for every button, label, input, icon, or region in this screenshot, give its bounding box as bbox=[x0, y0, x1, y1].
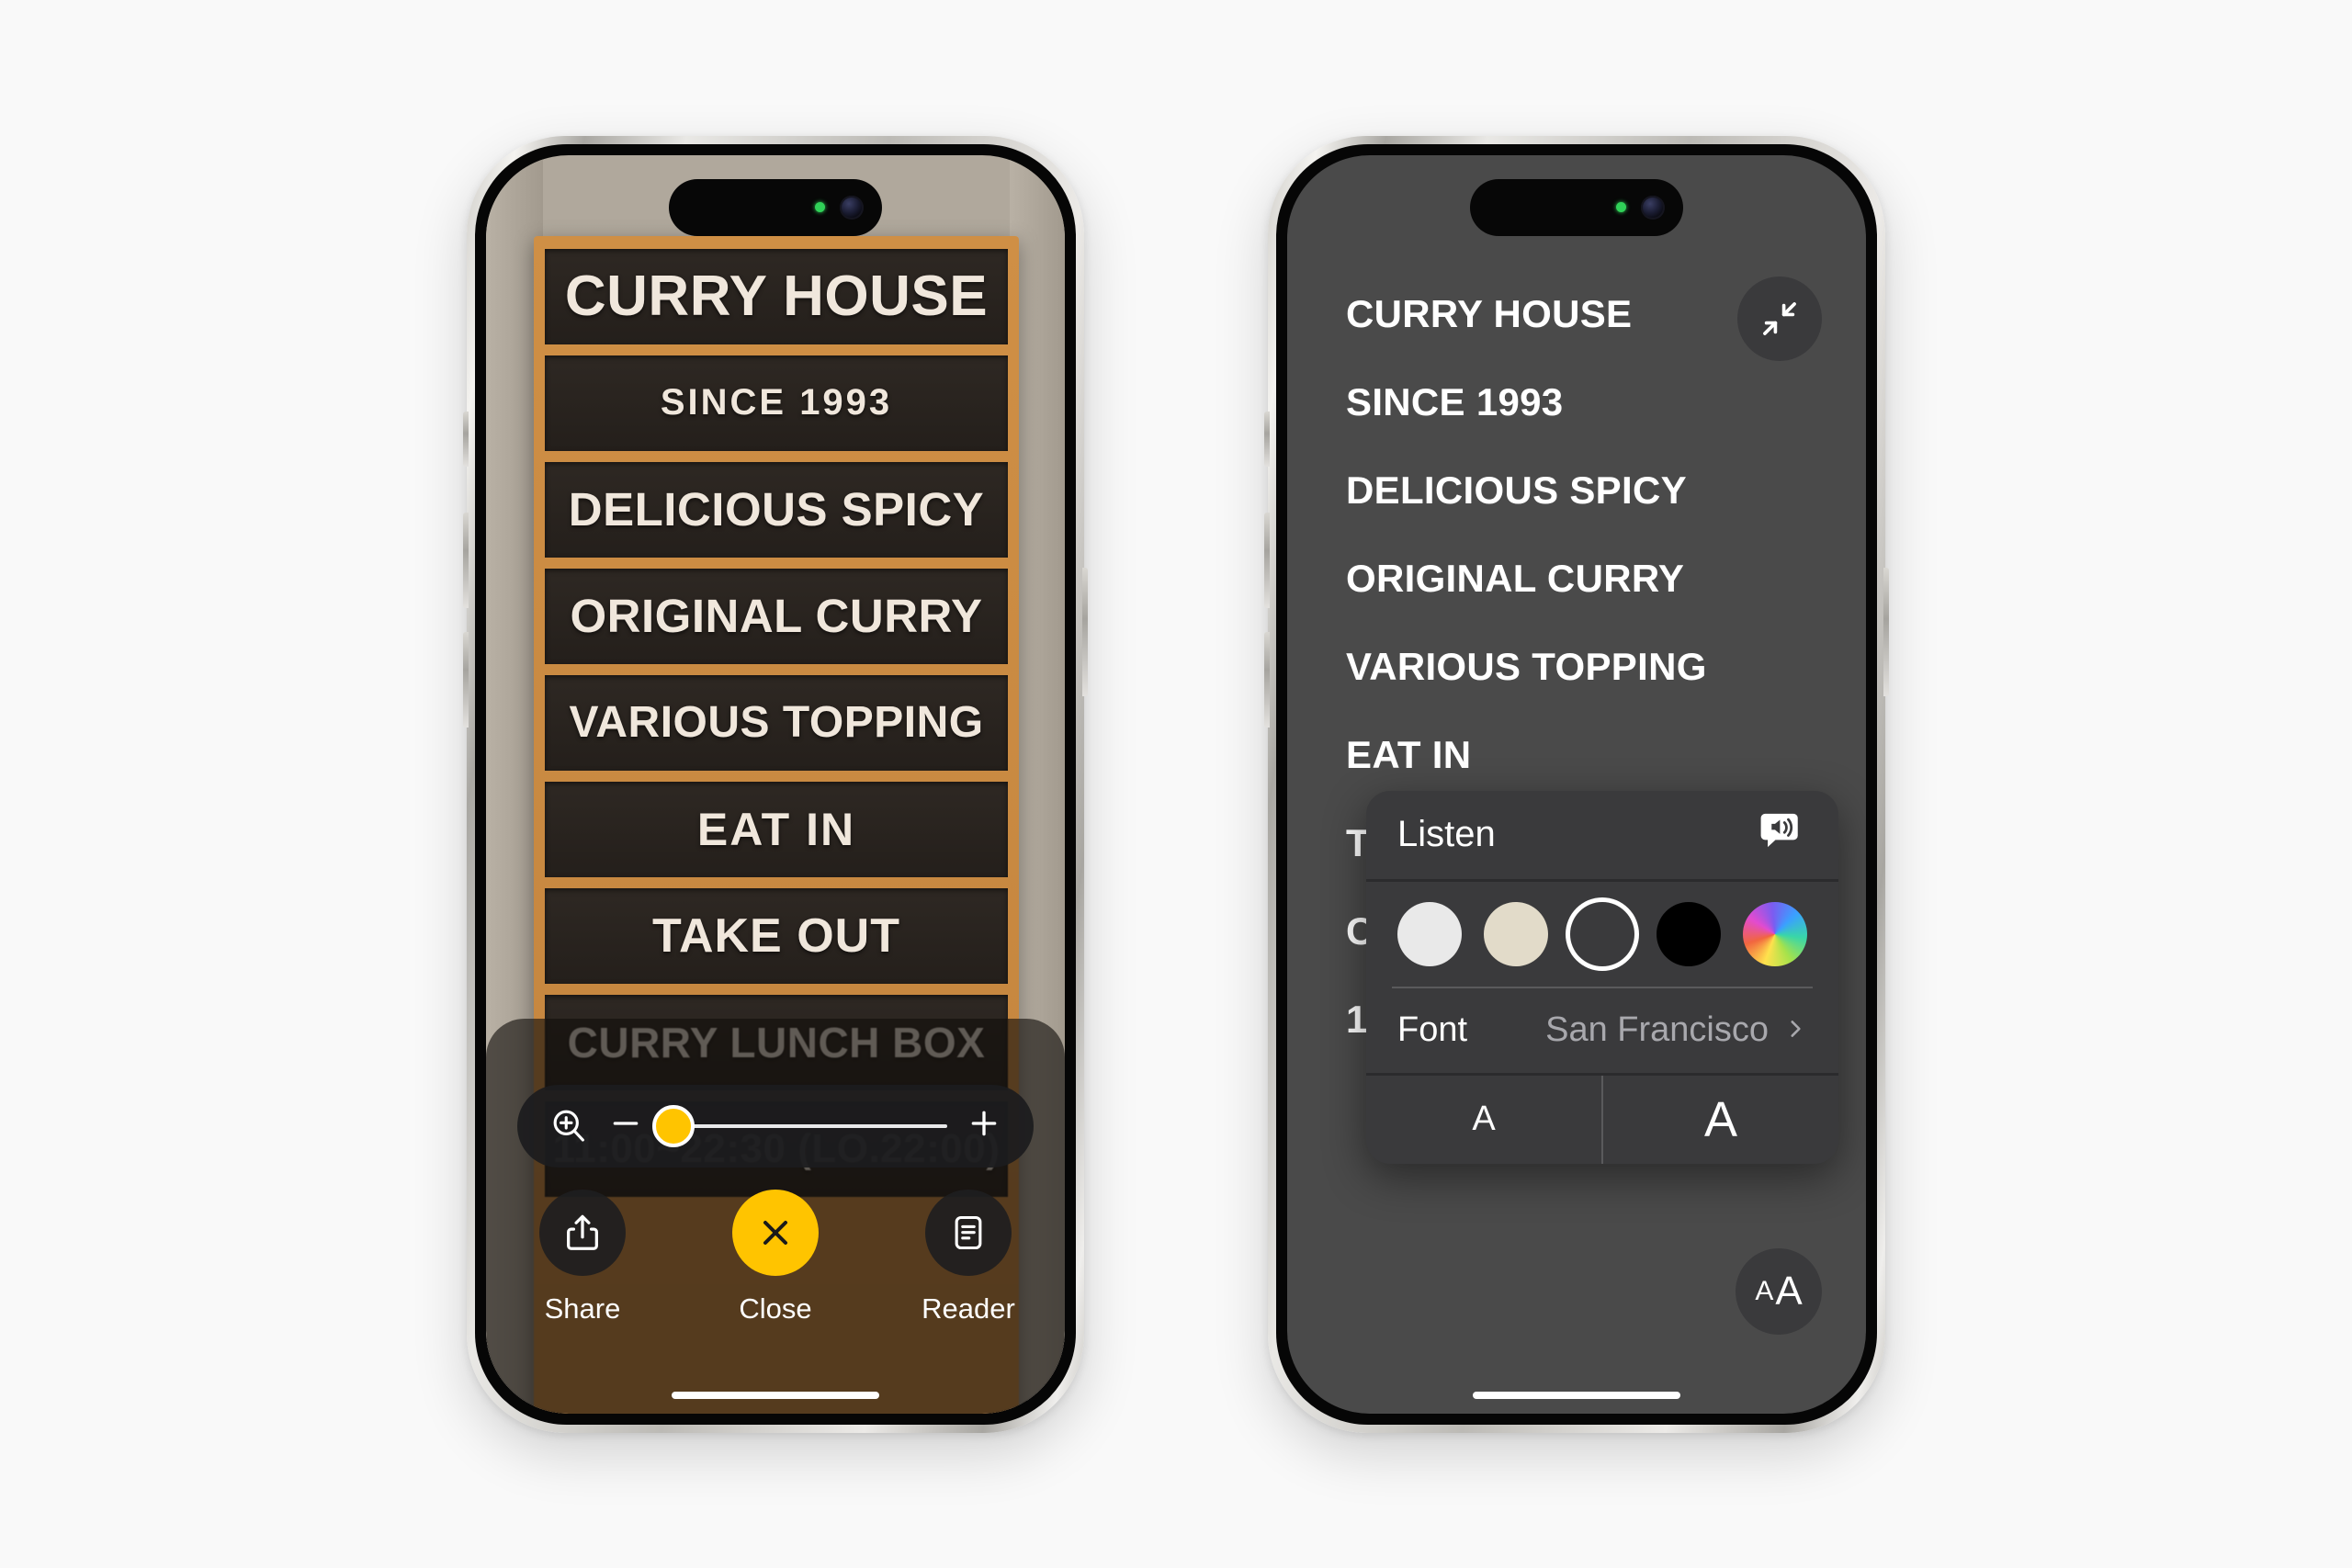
theme-swatch-white[interactable] bbox=[1397, 901, 1462, 966]
increase-text-size-label: A bbox=[1703, 1091, 1738, 1147]
magnifier-plus-icon bbox=[548, 1106, 589, 1146]
listen-row[interactable]: Listen bbox=[1366, 791, 1838, 879]
font-label: Font bbox=[1397, 1010, 1468, 1049]
increase-text-size-button[interactable]: A bbox=[1601, 1075, 1838, 1164]
camera-active-indicator bbox=[815, 202, 825, 212]
reader-line: EAT IN bbox=[1346, 732, 1472, 776]
share-label: Share bbox=[544, 1292, 621, 1325]
font-value: San Francisco bbox=[1545, 1010, 1769, 1049]
volume-down-button[interactable] bbox=[463, 631, 469, 728]
theme-swatch-dark-gray-selected[interactable] bbox=[1570, 901, 1634, 966]
zoom-slider[interactable] bbox=[652, 1104, 947, 1147]
home-indicator[interactable] bbox=[1473, 1391, 1680, 1399]
power-button[interactable] bbox=[1082, 567, 1088, 696]
listen-label: Listen bbox=[1397, 814, 1496, 854]
zoom-out-button[interactable] bbox=[607, 1105, 644, 1146]
reader-label: Reader bbox=[922, 1292, 1015, 1325]
board-slat: TAKE OUT bbox=[545, 887, 1008, 984]
mute-switch[interactable] bbox=[463, 411, 469, 467]
decrease-text-size-button[interactable]: A bbox=[1366, 1076, 1601, 1164]
mute-switch[interactable] bbox=[1264, 411, 1270, 467]
slat-text: EAT IN bbox=[696, 803, 856, 855]
text-size-row: A A bbox=[1366, 1075, 1838, 1164]
chevron-right-icon bbox=[1783, 1010, 1807, 1050]
font-value-group: San Francisco bbox=[1545, 1010, 1807, 1050]
text-size-aa-icon[interactable]: A A bbox=[1736, 1247, 1822, 1335]
close-action[interactable]: Close bbox=[693, 1189, 858, 1325]
reader-document-icon[interactable] bbox=[925, 1189, 1012, 1276]
theme-swatch-sepia[interactable] bbox=[1484, 901, 1548, 966]
dynamic-island bbox=[1470, 178, 1683, 236]
theme-color-swatches bbox=[1366, 882, 1838, 987]
reader-line: SINCE 1993 bbox=[1346, 379, 1564, 423]
action-bar: Share Close Reader bbox=[486, 1189, 1065, 1325]
theme-swatch-black[interactable] bbox=[1657, 901, 1721, 966]
decrease-text-size-label: A bbox=[1472, 1100, 1496, 1138]
board-slat: ORIGINAL CURRY bbox=[545, 568, 1008, 664]
front-camera-icon bbox=[840, 195, 864, 220]
reader-line: DELICIOUS SPICY bbox=[1346, 468, 1687, 512]
board-slat: CURRY HOUSE bbox=[545, 248, 1008, 344]
front-camera-icon bbox=[1641, 195, 1665, 220]
share-icon[interactable] bbox=[539, 1189, 626, 1276]
volume-down-button[interactable] bbox=[1264, 631, 1270, 728]
zoom-slider-thumb[interactable] bbox=[652, 1104, 695, 1147]
right-phone-screen: CURRY HOUSE SINCE 1993 DELICIOUS SPICY O… bbox=[1287, 154, 1866, 1414]
share-action[interactable]: Share bbox=[500, 1189, 665, 1325]
close-label: Close bbox=[739, 1292, 812, 1325]
reader-line: ORIGINAL CURRY bbox=[1346, 556, 1685, 600]
board-slat: EAT IN bbox=[545, 781, 1008, 877]
zoom-in-button[interactable] bbox=[966, 1105, 1002, 1146]
slat-text: VARIOUS TOPPING bbox=[569, 698, 984, 747]
reader-settings-popup: Listen Font San Francisco A A bbox=[1366, 790, 1838, 1164]
right-phone-device: CURRY HOUSE SINCE 1993 DELICIOUS SPICY O… bbox=[1264, 135, 1889, 1433]
power-button[interactable] bbox=[1883, 567, 1889, 696]
close-x-icon[interactable] bbox=[732, 1189, 819, 1276]
volume-up-button[interactable] bbox=[1264, 512, 1270, 608]
slat-text: ORIGINAL CURRY bbox=[570, 590, 983, 642]
phones-stage: CURRY HOUSE SINCE 1993 DELICIOUS SPICY O… bbox=[0, 0, 2352, 1568]
zoom-slider-bar bbox=[517, 1084, 1034, 1168]
color-wheel-icon[interactable] bbox=[1743, 901, 1807, 966]
slat-text: CURRY HOUSE bbox=[564, 265, 989, 328]
slat-text: SINCE 1993 bbox=[660, 382, 893, 423]
speaker-bubble-icon[interactable] bbox=[1756, 807, 1807, 863]
font-row[interactable]: Font San Francisco bbox=[1366, 988, 1838, 1073]
aa-small-label: A bbox=[1755, 1275, 1774, 1306]
camera-active-indicator bbox=[1616, 202, 1626, 212]
arrows-collapse-icon[interactable] bbox=[1737, 276, 1822, 361]
board-slat: DELICIOUS SPICY bbox=[545, 461, 1008, 558]
left-phone-device: CURRY HOUSE SINCE 1993 DELICIOUS SPICY O… bbox=[463, 135, 1088, 1433]
dynamic-island bbox=[669, 178, 882, 236]
board-slat: VARIOUS TOPPING bbox=[545, 674, 1008, 771]
board-slat: SINCE 1993 bbox=[545, 355, 1008, 451]
slat-text: DELICIOUS SPICY bbox=[568, 483, 985, 536]
slat-text: TAKE OUT bbox=[652, 908, 900, 963]
reader-line: VARIOUS TOPPING bbox=[1346, 644, 1707, 688]
aa-large-label: A bbox=[1775, 1268, 1803, 1314]
home-indicator[interactable] bbox=[672, 1391, 879, 1399]
zoom-slider-track bbox=[662, 1123, 947, 1128]
left-phone-screen: CURRY HOUSE SINCE 1993 DELICIOUS SPICY O… bbox=[486, 154, 1065, 1414]
reader-action[interactable]: Reader bbox=[886, 1189, 1051, 1325]
reader-view: CURRY HOUSE SINCE 1993 DELICIOUS SPICY O… bbox=[1287, 154, 1866, 1414]
volume-up-button[interactable] bbox=[463, 512, 469, 608]
